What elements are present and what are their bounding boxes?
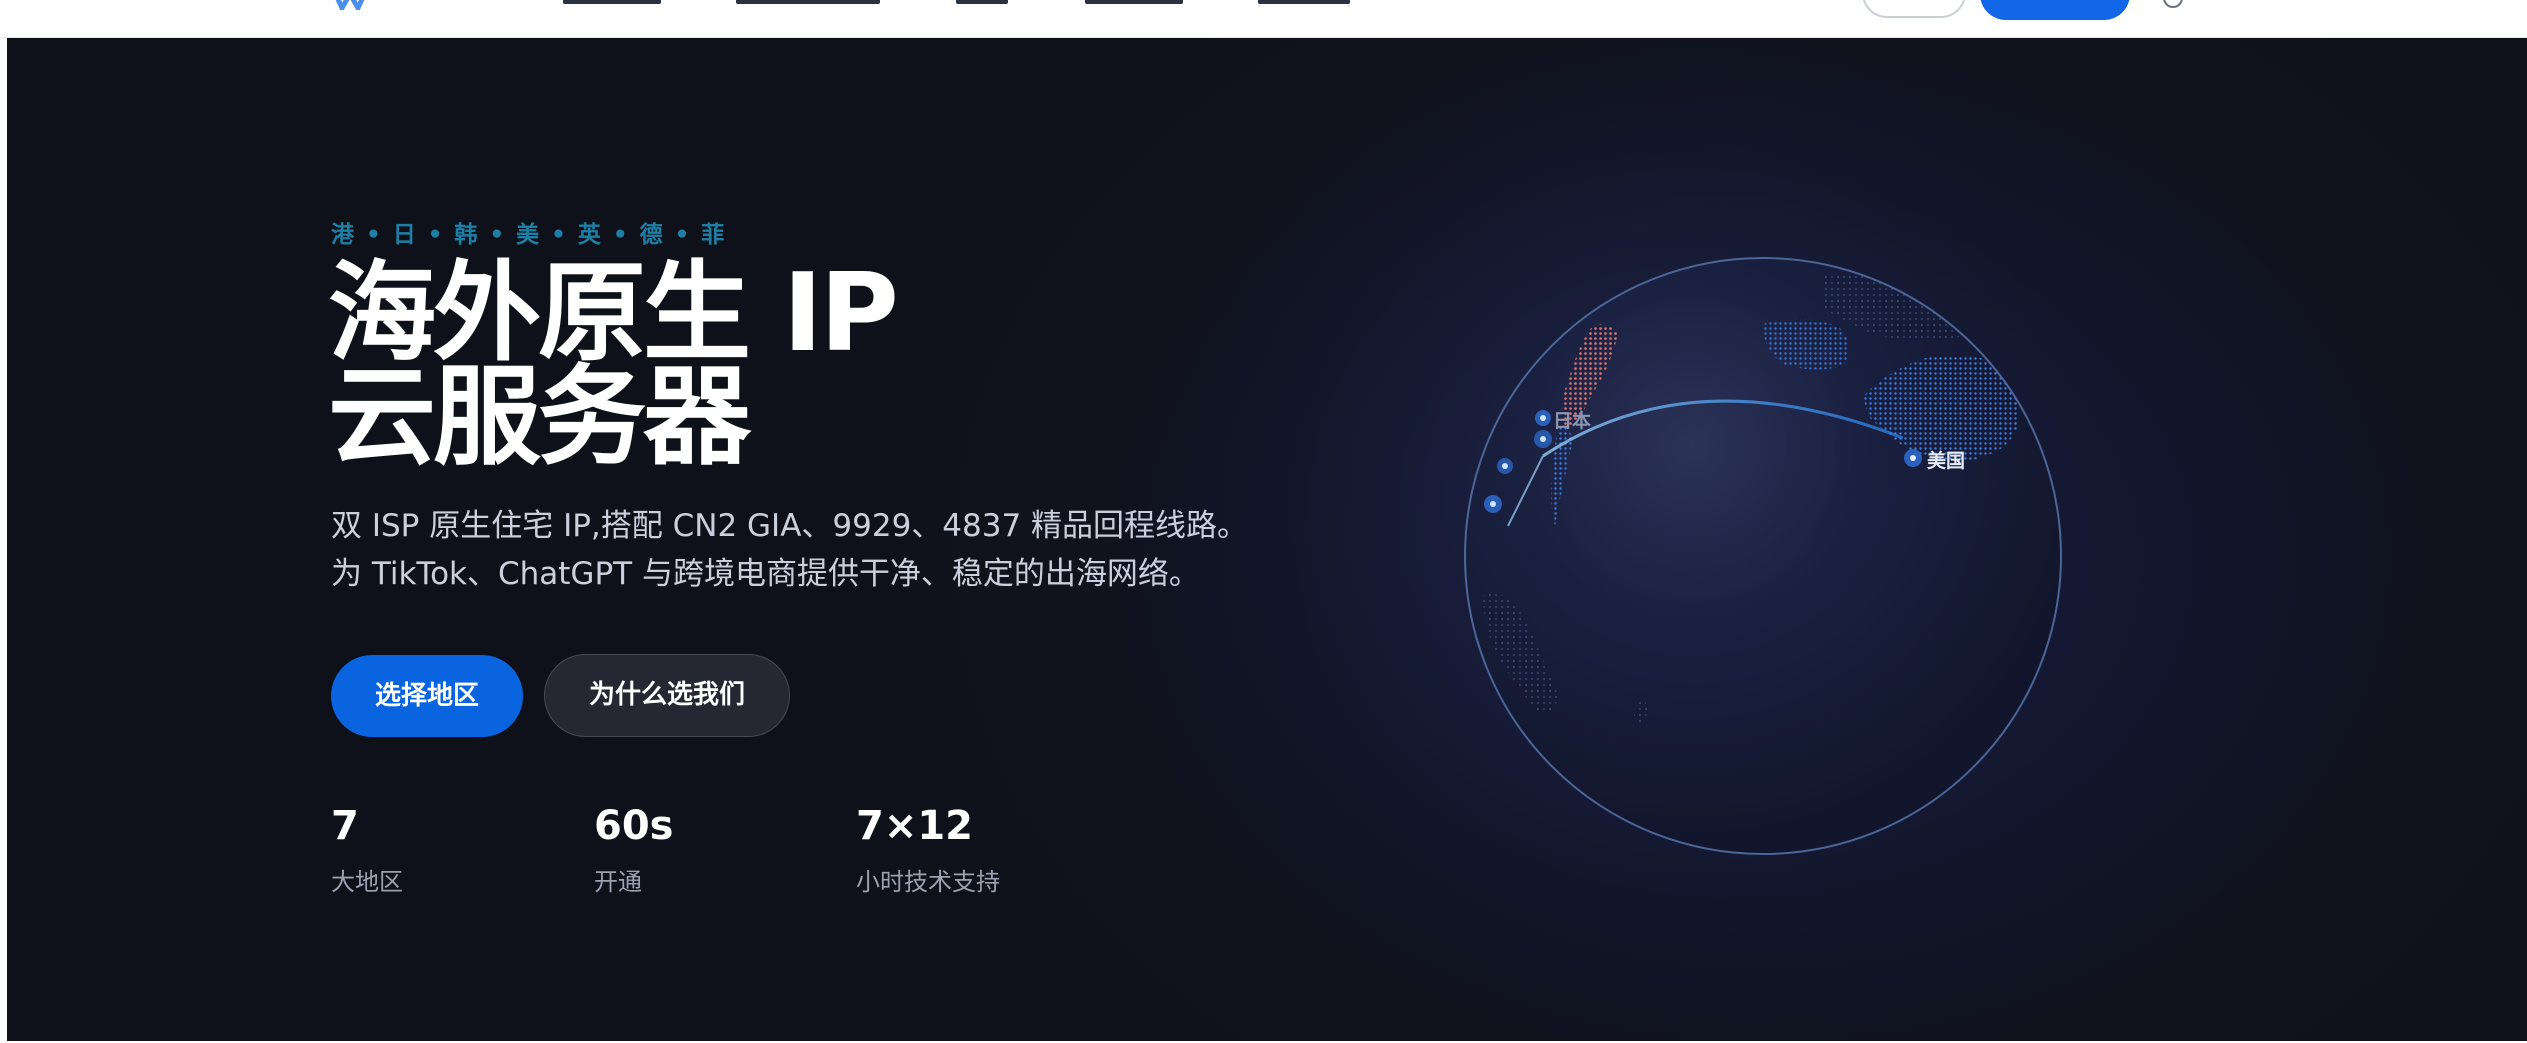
user-menu-icon[interactable] <box>2163 0 2183 8</box>
login-button[interactable] <box>1862 0 1966 18</box>
hero-section: 港 • 日 • 韩 • 美 • 英 • 德 • 菲 海外原生 IP 云服务器 双… <box>7 38 2527 1041</box>
nav-item-1[interactable] <box>563 0 661 6</box>
page-edge <box>0 38 7 1043</box>
stat-support-label: 小时技术支持 <box>856 868 1000 896</box>
globe-svg <box>1464 257 2062 855</box>
stat-regions-label: 大地区 <box>331 868 403 896</box>
logo-icon[interactable] <box>330 0 370 10</box>
title-line-1: 海外原生 IP <box>328 251 899 376</box>
title-line-2: 云服务器 <box>328 355 751 480</box>
nav-item-4[interactable] <box>1085 0 1183 6</box>
label-japan: 日本 <box>1553 410 1592 432</box>
hero-subtitle: 双 ISP 原生住宅 IP,搭配 CN2 GIA、9929、4837 精品回程线… <box>331 508 1249 592</box>
globe-visual: 日本 美国 <box>1463 256 2063 856</box>
globe-sphere <box>1464 257 2062 855</box>
stat-support-value: 7×12 <box>856 803 974 849</box>
stat-activation-value: 60s <box>594 803 674 849</box>
nav-item-5[interactable] <box>1258 0 1350 6</box>
label-usa: 美国 <box>1927 450 1966 472</box>
stat-activation-label: 开通 <box>594 868 642 896</box>
nav-item-2[interactable] <box>736 0 880 6</box>
page-title: 海外原生 IP 云服务器 <box>328 251 899 480</box>
nav-item-3[interactable] <box>956 0 1008 6</box>
top-navigation-bar <box>0 0 2527 38</box>
stat-regions-value: 7 <box>331 803 359 849</box>
register-button[interactable] <box>1980 0 2130 20</box>
region-tags: 港 • 日 • 韩 • 美 • 英 • 德 • 菲 <box>331 222 727 248</box>
why-choose-us-button[interactable]: 为什么选我们 <box>544 654 790 737</box>
select-region-button[interactable]: 选择地区 <box>331 655 523 737</box>
